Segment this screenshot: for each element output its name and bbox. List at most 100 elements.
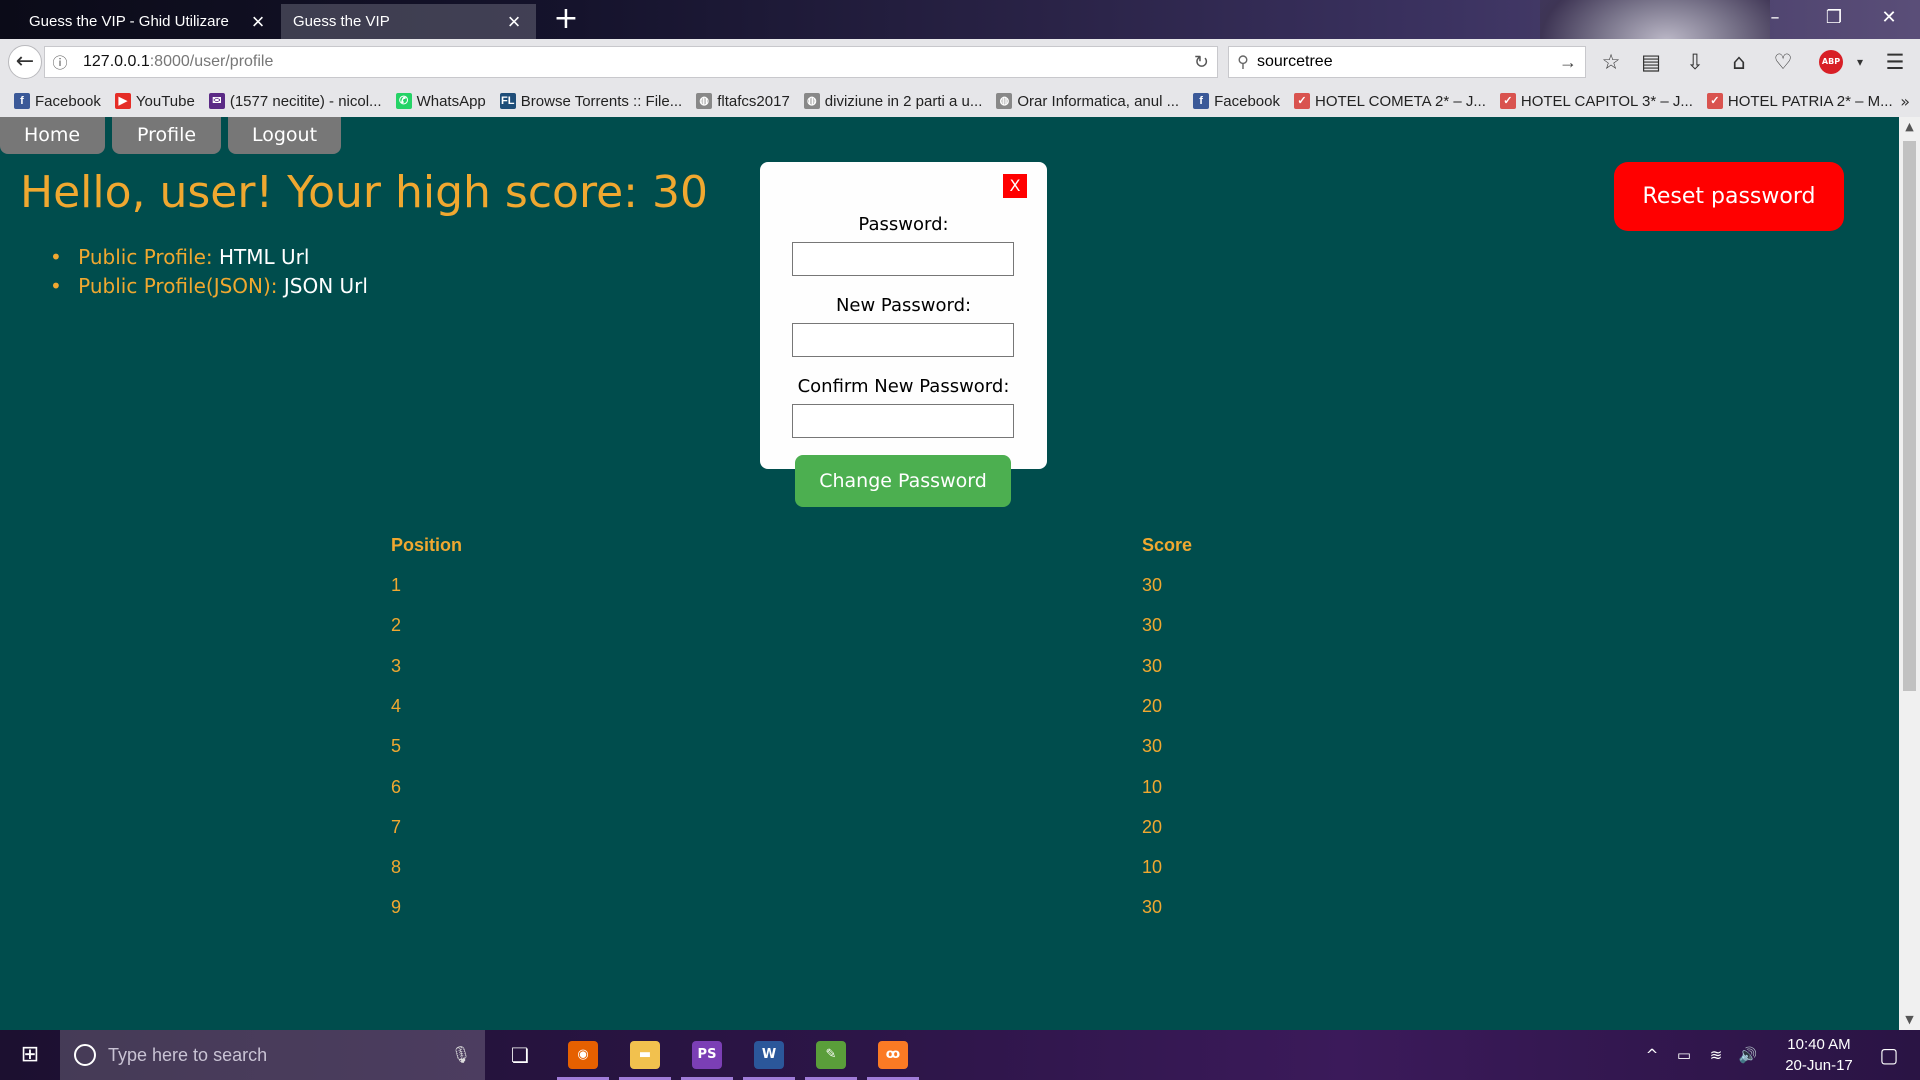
taskbar-app[interactable]: ✎ xyxy=(801,1030,861,1080)
bookmarks-bar: f Facebook ▶ YouTube ✉ (1577 necitite) - nico… xyxy=(0,85,1920,117)
bookmark-item[interactable]: FL Browse Torrents :: File... xyxy=(499,93,682,110)
tab-guide[interactable]: Guess the VIP - Ghid Utilizare × xyxy=(17,4,280,39)
minimize-window-button[interactable]: – xyxy=(1753,4,1797,32)
password-label: Password: xyxy=(858,214,949,235)
new-password-field[interactable] xyxy=(792,323,1014,357)
home-icon[interactable]: ⌂ xyxy=(1724,47,1754,77)
restore-window-button[interactable]: ❐ xyxy=(1812,4,1856,32)
battery-icon[interactable]: ▭ xyxy=(1670,1030,1698,1080)
reader-list-icon[interactable]: ▤ xyxy=(1636,47,1666,77)
json-url-link[interactable]: JSON Url xyxy=(284,274,368,298)
pocket-icon[interactable]: ♡ xyxy=(1768,47,1798,77)
score-cell: 30 xyxy=(1142,655,1163,676)
html-url-link[interactable]: HTML Url xyxy=(219,245,309,269)
bookmark-item[interactable]: f Facebook xyxy=(1193,93,1280,110)
position-cell: 5 xyxy=(391,736,402,757)
globe-icon: ◍ xyxy=(996,93,1013,109)
score-cell: 10 xyxy=(1142,857,1163,878)
microphone-icon[interactable]: 🎙 xyxy=(451,1045,471,1065)
action-center-icon[interactable]: ▢ xyxy=(1864,1030,1914,1080)
adblock-dropdown-icon[interactable]: ▾ xyxy=(1845,47,1875,77)
bookmark-item[interactable]: ✆ WhatsApp xyxy=(395,93,486,110)
system-clock[interactable]: 10:40 AM 20-Jun-17 xyxy=(1764,1034,1874,1076)
score-cell: 30 xyxy=(1142,897,1163,918)
start-button[interactable]: ⊞ xyxy=(0,1030,60,1080)
tab-label: Guess the VIP - Ghid Utilizare xyxy=(29,13,229,30)
browser-tabstrip: Guess the VIP - Ghid Utilizare × Guess t… xyxy=(0,0,1920,117)
bookmark-star-icon[interactable]: ☆ xyxy=(1596,47,1626,77)
position-cell: 9 xyxy=(391,897,402,918)
reset-password-button[interactable]: Reset password xyxy=(1614,162,1844,231)
table-row: 4 20 xyxy=(391,696,1291,736)
volume-icon[interactable]: 🔊 xyxy=(1734,1030,1762,1080)
taskbar-app[interactable]: ▬ xyxy=(615,1030,675,1080)
bookmark-item[interactable]: ✓ HOTEL CAPITOL 3* – J... xyxy=(1499,93,1693,110)
position-cell: 1 xyxy=(391,575,402,595)
new-tab-button[interactable]: + xyxy=(552,4,580,34)
bookmark-label: fltafcs2017 xyxy=(717,92,790,110)
filelist-icon: FL xyxy=(499,93,516,109)
tab-current[interactable]: Guess the VIP × xyxy=(281,4,536,39)
bookmark-item[interactable]: ◍ Orar Informatica, anul ... xyxy=(996,93,1179,110)
globe-icon: ◍ xyxy=(696,93,713,109)
scroll-thumb[interactable] xyxy=(1903,141,1916,691)
bookmark-item[interactable]: ▶ YouTube xyxy=(114,92,195,110)
bookmark-item[interactable]: ◍ diviziune in 2 parti a u... xyxy=(803,93,982,110)
site-info-icon[interactable]: ⓘ xyxy=(45,52,75,73)
link-label: Public Profile: xyxy=(78,245,213,269)
bookmark-label: YouTube xyxy=(135,92,195,110)
menu-icon[interactable]: ☰ xyxy=(1880,47,1910,77)
bookmark-label: (1577 necitite) - nicol... xyxy=(229,92,382,110)
position-cell: 6 xyxy=(391,776,402,797)
page-title: Hello, user! Your high score: 30 xyxy=(20,167,708,218)
search-bar[interactable]: ⚲ sourcetree → xyxy=(1228,46,1586,78)
page-scrollbar[interactable]: ▲ ▼ xyxy=(1899,117,1920,1030)
password-field[interactable] xyxy=(792,242,1014,276)
position-cell: 8 xyxy=(391,857,402,878)
close-window-button[interactable]: ✕ xyxy=(1867,4,1911,32)
bookmark-item[interactable]: ✓ HOTEL COMETA 2* – J... xyxy=(1293,93,1486,110)
logout-button[interactable]: Logout xyxy=(228,117,341,154)
adblock-icon[interactable]: ABP xyxy=(1819,50,1843,74)
wifi-icon[interactable]: ≋ xyxy=(1702,1030,1730,1080)
hotel-icon: ✓ xyxy=(1706,93,1723,109)
firefox-icon: ◉ xyxy=(568,1041,598,1069)
change-password-button[interactable]: Change Password xyxy=(795,455,1011,507)
score-cell: 10 xyxy=(1142,776,1163,797)
bookmarks-overflow-icon[interactable]: » xyxy=(1900,92,1910,111)
search-go-icon[interactable]: → xyxy=(1559,52,1577,73)
position-cell: 7 xyxy=(391,816,402,837)
reload-icon[interactable]: ↻ xyxy=(1194,52,1209,73)
taskbar-app[interactable]: W xyxy=(739,1030,799,1080)
url-bar[interactable]: ⓘ 127.0.0.1 :8000/user/profile ↻ xyxy=(44,46,1218,78)
taskbar-app[interactable]: ꝏ xyxy=(863,1030,923,1080)
scroll-up-icon[interactable]: ▲ xyxy=(1899,117,1920,137)
downloads-icon[interactable]: ⇩ xyxy=(1680,47,1710,77)
task-view-button[interactable]: ❏ xyxy=(490,1030,550,1080)
table-row: 8 10 xyxy=(391,857,1291,897)
taskbar-app[interactable]: PS xyxy=(677,1030,737,1080)
scroll-down-icon[interactable]: ▼ xyxy=(1899,1010,1920,1030)
taskbar-search[interactable]: Type here to search 🎙 xyxy=(60,1030,485,1080)
table-row: 5 30 xyxy=(391,736,1291,776)
tray-overflow-icon[interactable]: ^ xyxy=(1640,1030,1664,1080)
table-row: 6 10 xyxy=(391,777,1291,817)
word-icon: W xyxy=(754,1041,784,1069)
confirm-password-field[interactable] xyxy=(792,404,1014,438)
taskbar-app[interactable]: ◉ xyxy=(553,1030,613,1080)
bookmark-item[interactable]: ✓ HOTEL PATRIA 2* – M... xyxy=(1706,92,1893,110)
home-button[interactable]: Home xyxy=(0,117,105,154)
close-tab-icon[interactable]: × xyxy=(248,10,268,32)
close-tab-icon[interactable]: × xyxy=(504,10,524,32)
bookmark-item[interactable]: f Facebook xyxy=(14,93,101,110)
bookmark-label: Facebook xyxy=(1214,92,1280,110)
close-modal-button[interactable]: X xyxy=(1003,174,1027,198)
search-input[interactable]: sourcetree xyxy=(1257,53,1333,71)
tab-label: Guess the VIP xyxy=(293,13,390,30)
back-button[interactable]: ← xyxy=(8,45,42,79)
bookmark-label: HOTEL PATRIA 2* – M... xyxy=(1727,92,1893,110)
bookmark-item[interactable]: ✉ (1577 necitite) - nicol... xyxy=(208,92,382,110)
bookmark-item[interactable]: ◍ fltafcs2017 xyxy=(696,93,790,110)
profile-button[interactable]: Profile xyxy=(112,117,221,154)
table-row: 7 20 xyxy=(391,817,1291,857)
